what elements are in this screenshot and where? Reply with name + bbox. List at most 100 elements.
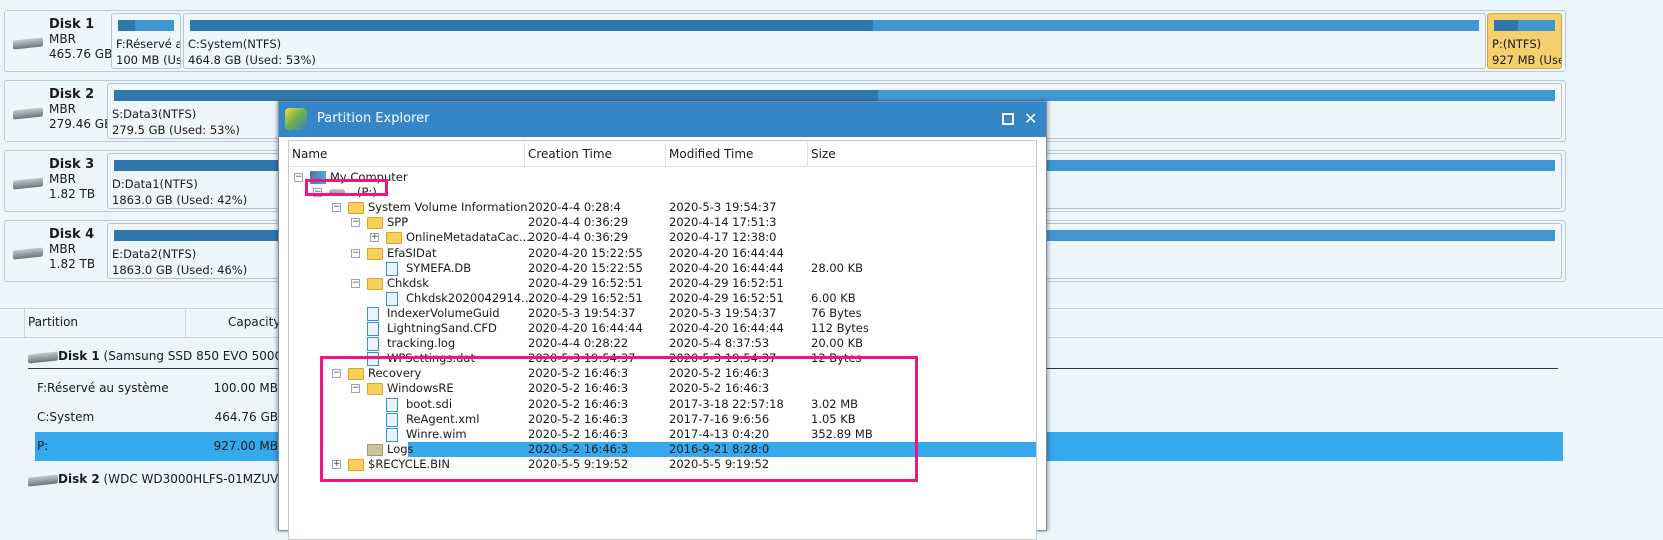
creation-time: 2020-4-29 16:52:51: [528, 275, 643, 290]
file-icon: [367, 322, 379, 336]
tree-row[interactable]: − SPP 2020-4-4 0:36:29 2020-4-14 17:51:3: [289, 215, 1036, 230]
dialog-title: Partition Explorer: [317, 111, 430, 126]
tree-row[interactable]: + OnlineMetadataCac... 2020-4-4 0:36:29 202…: [289, 230, 1036, 245]
tree-row[interactable]: IndexerVolumeGuid 2020-5-3 19:54:37 2020-5…: [289, 306, 1036, 321]
item-name: EfaSIDat: [387, 245, 437, 260]
disk-icon: [13, 107, 43, 120]
tree-row[interactable]: LightningSand.CFD 2020-4-20 16:44:44 2020-…: [289, 321, 1036, 336]
disk-type: MBR: [49, 102, 76, 116]
folder-icon: [348, 202, 364, 215]
tree-row[interactable]: − (P:): [289, 185, 1036, 200]
close-icon[interactable]: ✕: [1024, 102, 1037, 135]
column-modified-time[interactable]: Modified Time: [666, 141, 808, 167]
collapse-icon[interactable]: −: [351, 278, 360, 288]
collapse-icon[interactable]: −: [351, 218, 360, 228]
disk-type: MBR: [49, 32, 76, 46]
dialog-titlebar[interactable]: Partition Explorer ✕: [279, 102, 1046, 137]
size: 6.00 KB: [811, 290, 856, 305]
column-partition[interactable]: Partition: [28, 315, 78, 329]
divider: [185, 308, 186, 338]
divider: [24, 308, 25, 338]
disk-label: Disk 4 MBR 1.82 TB: [49, 227, 95, 272]
tree-row[interactable]: SYMEFA.DB 2020-4-20 15:22:55 2020-4-20 16:…: [289, 261, 1036, 276]
partition-info: 927 MB (Use: [1492, 53, 1562, 67]
disk-icon: [13, 177, 43, 190]
disk-type: MBR: [49, 242, 76, 256]
partition-info: 279.5 GB (Used: 53%): [112, 123, 240, 137]
modified-time: 2020-5-3 19:54:37: [669, 200, 777, 215]
file-icon: [386, 291, 398, 306]
modified-time: 2020-5-3 19:54:37: [669, 305, 777, 320]
modified-time: 2020-4-29 16:52:51: [669, 290, 784, 305]
file-icon: [367, 306, 379, 321]
partition-block[interactable]: C:System(NTFS) 464.8 GB (Used: 53%): [183, 13, 1486, 69]
column-name[interactable]: Name: [289, 141, 525, 167]
usage-fill: [1494, 20, 1519, 31]
tree-row[interactable]: − System Volume Information 2020-4-4 0:28:…: [289, 200, 1036, 215]
item-name: Chkdsk2020042914...: [406, 290, 533, 305]
partition-info: 100 MB (Use: [116, 53, 180, 67]
size: 112 Bytes: [811, 321, 869, 335]
folder-icon: [367, 277, 383, 290]
item-name: IndexerVolumeGuid: [387, 305, 500, 320]
partition-info: 1863.0 GB (Used: 42%): [112, 193, 248, 207]
collapse-icon[interactable]: −: [294, 173, 303, 182]
usage-bar: [190, 20, 1479, 31]
disk-name: Disk 4: [49, 227, 95, 242]
disk-name: Disk 1: [49, 17, 95, 32]
disk-size: 1.82 TB: [49, 257, 96, 271]
maximize-icon[interactable]: [1002, 113, 1014, 125]
partition-block[interactable]: P:(NTFS) 927 MB (Use: [1487, 13, 1562, 69]
modified-time: 2020-4-20 16:44:44: [669, 245, 784, 260]
partition-capacity: 464.76 GB: [214, 410, 278, 424]
column-creation-time[interactable]: Creation Time: [525, 141, 666, 167]
collapse-icon[interactable]: −: [351, 248, 360, 258]
partition-name: F:Réservé au système: [37, 381, 169, 395]
partition-label: F:Réservé a: [116, 37, 181, 51]
disk-model: (WDC WD3000HLFS-01MZUV0 SA: [99, 472, 306, 486]
size: 76 Bytes: [811, 305, 862, 320]
item-name: System Volume Information: [368, 200, 528, 215]
size: 20.00 KB: [811, 336, 864, 351]
tree-row[interactable]: − EfaSIDat 2020-4-20 15:22:55 2020-4-20 16:…: [289, 246, 1036, 261]
expand-icon[interactable]: +: [370, 233, 379, 243]
modified-time: 2020-4-20 16:44:44: [669, 321, 784, 335]
usage-bar: [114, 90, 1555, 101]
usage-fill: [114, 90, 878, 101]
creation-time: 2020-4-4 0:28:4: [528, 200, 621, 215]
disk-name: Disk 2: [49, 87, 95, 102]
item-name: Chkdsk: [387, 275, 429, 290]
partition-label: C:System(NTFS): [188, 37, 282, 51]
partition-capacity: 927.00 MB: [213, 439, 278, 453]
tree-row[interactable]: − Chkdsk 2020-4-29 16:52:51 2020-4-29 16:52…: [289, 276, 1036, 291]
modified-time: 2020-5-4 8:37:53: [669, 336, 770, 351]
disk-icon: [28, 351, 58, 364]
column-capacity[interactable]: Capacity: [228, 315, 280, 329]
creation-time: 2020-4-4 0:36:29: [528, 230, 629, 245]
tree-row[interactable]: − My Computer: [289, 170, 1036, 185]
disk-size: 1.82 TB: [49, 187, 96, 201]
folder-icon: [386, 232, 402, 245]
disk-name: Disk 3: [49, 157, 95, 172]
tree-row[interactable]: tracking.log 2020-4-4 0:28:22 2020-5-4 8:3…: [289, 336, 1036, 352]
partition-block[interactable]: F:Réservé a 100 MB (Use: [111, 13, 181, 69]
column-size[interactable]: Size: [808, 141, 1036, 167]
file-icon: [367, 337, 379, 352]
disk-name: Disk 1: [58, 349, 100, 363]
partition-name: P:: [37, 439, 49, 453]
item-name: tracking.log: [387, 336, 456, 351]
partition-name: C:System: [37, 410, 95, 424]
tree-row[interactable]: Chkdsk2020042914... 2020-4-29 16:52:51 202…: [289, 291, 1036, 306]
usage-fill: [190, 20, 874, 31]
usage-fill: [118, 20, 135, 31]
collapse-icon[interactable]: −: [332, 203, 341, 213]
folder-icon: [367, 217, 383, 230]
partition-label: P:(NTFS): [1492, 37, 1542, 51]
disk-row[interactable]: Disk 1MBR465.76 GB F:Réservé a 100 MB (Us…: [4, 10, 1566, 72]
folder-icon: [367, 247, 383, 260]
file-icon: [386, 261, 398, 276]
partition-info: 1863.0 GB (Used: 46%): [112, 263, 248, 277]
partition-label: S:Data3(NTFS): [112, 107, 197, 121]
usage-bar: [1494, 20, 1555, 31]
disk-icon: [13, 247, 43, 260]
